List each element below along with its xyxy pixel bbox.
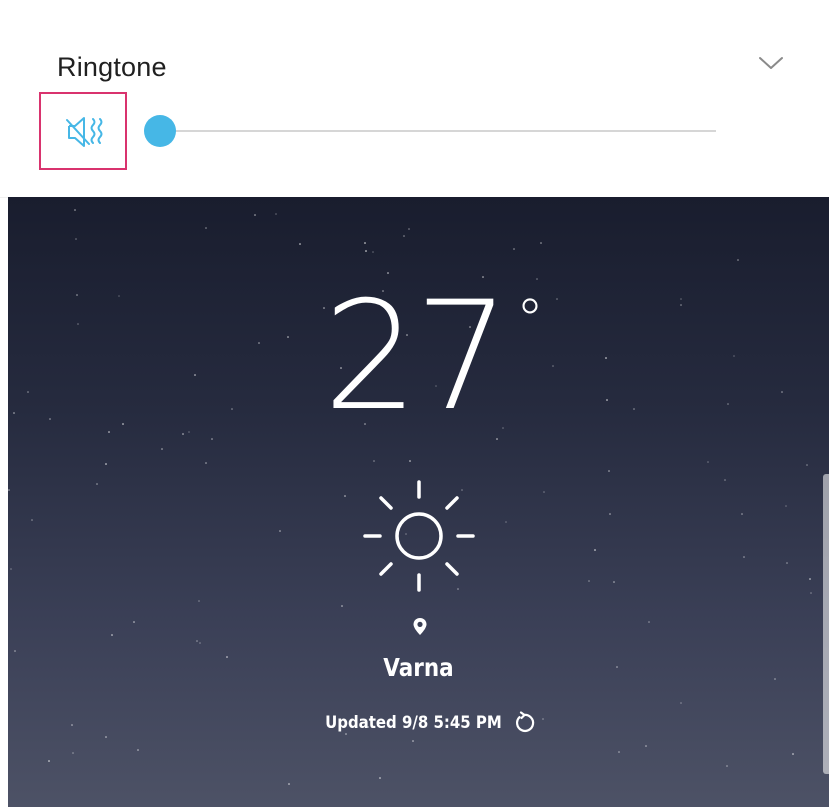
- slider-track: [158, 130, 716, 132]
- star: [609, 513, 611, 515]
- speaker-mute-vibrate-icon: [66, 117, 103, 147]
- sun-icon: [363, 480, 475, 592]
- star: [810, 592, 812, 594]
- star: [680, 702, 682, 704]
- degree-symbol: °: [515, 288, 544, 353]
- location-pin-icon: [413, 618, 427, 635]
- star: [275, 213, 277, 215]
- star: [288, 783, 290, 785]
- star: [161, 448, 163, 450]
- star: [505, 521, 507, 523]
- star: [10, 568, 12, 570]
- star: [648, 621, 650, 623]
- star: [792, 753, 794, 755]
- star: [198, 600, 200, 602]
- star: [613, 581, 615, 583]
- star: [588, 580, 590, 582]
- star: [344, 495, 346, 497]
- star: [364, 242, 366, 244]
- star: [48, 760, 50, 762]
- star: [737, 259, 739, 261]
- ringtone-volume-slider[interactable]: [144, 114, 720, 148]
- star: [403, 235, 405, 237]
- star: [205, 462, 207, 464]
- star: [133, 621, 135, 623]
- star: [96, 483, 98, 485]
- refresh-icon[interactable]: [512, 711, 536, 735]
- star: [105, 736, 107, 738]
- updated-row: Updated 9/8 5:45 PM: [8, 711, 829, 735]
- star: [111, 634, 113, 636]
- star: [72, 752, 74, 754]
- weather-widget[interactable]: 27 ° Varna Updated 9/8 5:45 PM: [8, 197, 829, 807]
- star: [594, 549, 596, 551]
- star: [724, 479, 726, 481]
- chevron-down-icon[interactable]: [754, 50, 788, 76]
- star: [196, 640, 198, 642]
- temperature-value: 27: [323, 270, 510, 444]
- star: [645, 745, 647, 747]
- star: [786, 562, 788, 564]
- star: [254, 214, 256, 216]
- star: [540, 242, 542, 244]
- star: [743, 556, 745, 558]
- star: [31, 519, 33, 521]
- updated-timestamp: Updated 9/8 5:45 PM: [325, 713, 502, 733]
- star: [199, 642, 201, 644]
- star: [299, 243, 301, 245]
- star: [211, 438, 213, 440]
- star: [379, 777, 381, 779]
- star: [618, 751, 620, 753]
- star: [408, 228, 410, 230]
- star: [785, 505, 787, 507]
- city-name: Varna: [383, 653, 454, 682]
- volume-title: Ringtone: [57, 52, 167, 82]
- star: [74, 209, 76, 211]
- star: [412, 740, 414, 742]
- star: [205, 227, 207, 229]
- star: [806, 464, 808, 466]
- star: [137, 749, 139, 751]
- star: [373, 460, 375, 462]
- star: [279, 530, 281, 532]
- star: [14, 650, 16, 652]
- star: [741, 513, 743, 515]
- mute-toggle-button[interactable]: [39, 92, 127, 170]
- star: [513, 248, 515, 250]
- star: [8, 489, 10, 491]
- star: [341, 605, 343, 607]
- star: [105, 463, 107, 465]
- volume-panel: Ringtone: [0, 0, 829, 197]
- star: [809, 578, 811, 580]
- star: [365, 250, 367, 252]
- star: [543, 491, 545, 493]
- star: [409, 460, 411, 462]
- star: [608, 470, 610, 472]
- slider-thumb[interactable]: [144, 115, 176, 147]
- star: [774, 678, 776, 680]
- star: [372, 251, 374, 253]
- temperature: 27 °: [8, 277, 829, 437]
- star: [726, 765, 728, 767]
- star: [707, 461, 709, 463]
- star: [75, 238, 77, 240]
